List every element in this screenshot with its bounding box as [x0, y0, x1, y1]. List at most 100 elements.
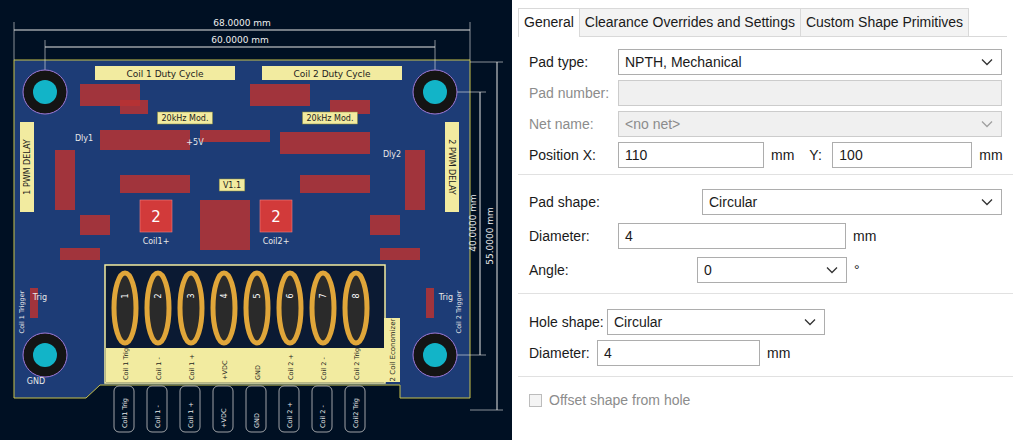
field-label: Angle: [529, 262, 697, 278]
pwm-delay-label: 1 PWM DELAY [20, 122, 34, 212]
position-y-input[interactable]: 100 [832, 142, 972, 168]
tab[interactable]: Custom Shape Primitives [800, 8, 969, 36]
silk-header: Coil 1 Duty Cycle [95, 66, 235, 80]
driver-footprint[interactable]: 2Coil1+ [140, 200, 172, 246]
checkbox-row: Offset shape from hole [518, 377, 1013, 412]
svg-text:Coil 2 +: Coil 2 + [286, 402, 294, 428]
copper-pad [100, 130, 190, 150]
edge-finger: Coil 2 - [312, 386, 332, 432]
silk-label: Dly2 [383, 150, 401, 159]
text-input [618, 80, 1002, 106]
copper-pad [200, 130, 270, 142]
edge-finger: +VDC [213, 386, 233, 432]
edge-finger: Coil 1 + [180, 386, 200, 432]
trigger-label: Coil 1 Trigger [18, 290, 26, 333]
text-input[interactable]: 4 [618, 223, 846, 249]
copper-pad [426, 288, 434, 318]
dimension-40: 40.0000 mm [435, 92, 486, 355]
silk-label: Trig [438, 293, 453, 302]
silk-label: GND [27, 377, 45, 386]
connector-pin[interactable]: 8 Coil 2 Trig [345, 273, 367, 380]
unit-label: mm [979, 147, 1002, 163]
svg-text:2: 2 [154, 293, 163, 298]
text-input[interactable]: 4 [597, 340, 760, 366]
dropdown: <no net> [618, 111, 1002, 137]
form-section: Pad shape:CircularDiameter:4mmAngle:0° [518, 175, 1013, 294]
tab[interactable]: General [518, 8, 580, 37]
svg-text:Coil 1 -: Coil 1 - [155, 357, 163, 380]
svg-text:40.0000 mm: 40.0000 mm [468, 194, 478, 252]
pcb-view[interactable]: 68.0000 mm 60.0000 mm 40.0000 mm55.0000 mm… [0, 0, 512, 440]
svg-text:+5V: +5V [186, 138, 204, 147]
mounting-hole[interactable] [413, 333, 457, 377]
dropdown[interactable]: 0 [697, 257, 847, 283]
connector-pin[interactable]: 7Coil 2 - [312, 273, 334, 380]
connector[interactable]: 2 Coil Economizer [105, 265, 400, 383]
tab[interactable]: Clearance Overrides and Settings [579, 8, 801, 36]
form-row: Pad type:NPTH, Mechanical [529, 46, 1013, 77]
form-row: Pad shape:Circular [529, 185, 1013, 219]
form-row: Hole shape:Circular [529, 306, 1013, 337]
svg-text:Trig: Trig [438, 293, 453, 302]
svg-text:20kHz Mod.: 20kHz Mod. [162, 114, 209, 123]
chevron-down-icon [826, 266, 838, 274]
screen: 68.0000 mm 60.0000 mm 40.0000 mm55.0000 mm… [0, 0, 1013, 440]
pad-properties-dialog: GeneralClearance Overrides and SettingsC… [512, 0, 1013, 440]
svg-text:60.0000 mm: 60.0000 mm [211, 35, 269, 45]
edge-finger: Coil 2 + [279, 386, 299, 432]
form-section: Pad type:NPTH, MechanicalPad number:Net … [518, 46, 1013, 175]
silk-label: 20kHz Mod. [303, 112, 358, 124]
svg-text:2 PWM DELAY: 2 PWM DELAY [447, 139, 456, 195]
dropdown[interactable]: Circular [702, 189, 1002, 215]
mounting-hole[interactable] [23, 70, 67, 114]
field-label: Hole shape: [529, 314, 607, 330]
connector-pin[interactable]: 6Coil 2 + [279, 273, 301, 380]
form-row: Angle:0° [529, 253, 1013, 287]
svg-text:4: 4 [220, 293, 229, 298]
form-section: Hole shape:CircularDiameter:4mm [518, 294, 1013, 377]
edge-finger: Coil1 Trig [114, 386, 134, 432]
svg-text:20kHz Mod.: 20kHz Mod. [307, 114, 354, 123]
field-label: Position X: [529, 147, 618, 163]
svg-text:V1.1: V1.1 [223, 181, 241, 190]
connector-pin[interactable]: 2 Coil 1 - [147, 273, 169, 380]
copper-pad [120, 100, 148, 114]
chevron-down-icon [804, 318, 816, 326]
pcb-canvas[interactable]: 68.0000 mm 60.0000 mm 40.0000 mm55.0000 mm… [0, 0, 512, 440]
board-outline [14, 60, 470, 398]
dimension-55: 55.0000 mm [470, 62, 503, 410]
edge-finger: GND [246, 386, 266, 432]
svg-text:Coil 1 +: Coil 1 + [187, 402, 195, 428]
edge-finger: Coil 1 - [147, 386, 167, 432]
field-label: Diameter: [529, 345, 597, 361]
connector-pin[interactable]: 3Coil 1 + [180, 273, 202, 380]
mounting-hole[interactable] [413, 70, 457, 114]
svg-text:Coil 2 -: Coil 2 - [320, 357, 328, 380]
connector-pin[interactable]: 4+VDC [213, 273, 235, 380]
dropdown[interactable]: Circular [607, 309, 825, 335]
chevron-down-icon [981, 120, 993, 128]
svg-text:8: 8 [352, 293, 361, 298]
svg-text:1 PWM DELAY: 1 PWM DELAY [23, 139, 32, 195]
connector-title: 2 Coil Economizer [389, 318, 397, 381]
svg-text:Coil 2 Trig: Coil 2 Trig [353, 348, 361, 380]
connector-pin[interactable]: 5GND [246, 273, 268, 380]
field-label: Pad type: [529, 54, 618, 70]
dimension-68: 68.0000 mm [14, 18, 470, 60]
svg-text:2: 2 [151, 208, 161, 226]
svg-text:Dly1: Dly1 [75, 134, 93, 143]
position-x-input[interactable]: 110 [618, 142, 764, 168]
field-label: Net name: [529, 116, 618, 132]
driver-footprint[interactable]: 2Coil2+ [260, 200, 292, 246]
svg-text:Coil1 Trig: Coil1 Trig [121, 398, 129, 428]
connector-pin[interactable]: 1Coil 1 Trig [114, 273, 136, 380]
svg-text:68.0000 mm: 68.0000 mm [213, 18, 271, 28]
chevron-down-icon [981, 198, 993, 206]
mounting-hole[interactable] [23, 333, 67, 377]
dropdown[interactable]: NPTH, Mechanical [618, 49, 1002, 75]
svg-text:GND: GND [253, 413, 261, 428]
field-label: Pad shape: [529, 194, 702, 210]
checkbox-label: Offset shape from hole [549, 392, 690, 408]
copper-pad [280, 132, 370, 154]
copper-pad [405, 150, 425, 210]
